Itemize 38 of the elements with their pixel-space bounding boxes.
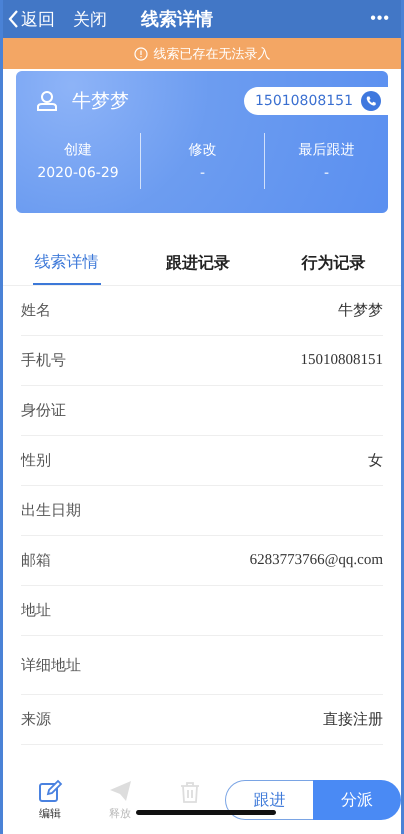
field-label: 姓名 bbox=[21, 301, 51, 320]
back-button[interactable]: 返回 bbox=[8, 8, 55, 30]
field-label: 性别 bbox=[21, 451, 51, 470]
field-value: 女 bbox=[368, 452, 383, 470]
person-icon bbox=[36, 90, 58, 112]
field-value: 牛梦梦 bbox=[338, 302, 383, 320]
field-value: 15010808151 bbox=[300, 352, 383, 369]
field-label: 来源 bbox=[21, 710, 51, 729]
phone-button[interactable]: 15010808151 bbox=[244, 87, 388, 115]
warning-icon bbox=[134, 46, 148, 60]
field-label: 身份证 bbox=[21, 401, 66, 420]
back-icon bbox=[8, 10, 19, 28]
field-label: 详细地址 bbox=[21, 656, 81, 674]
field-label: 手机号 bbox=[21, 351, 66, 370]
close-button[interactable]: 关闭 bbox=[73, 8, 107, 30]
stat-label: 修改 bbox=[188, 141, 216, 159]
field-label: 地址 bbox=[21, 601, 51, 620]
more-button[interactable]: ••• bbox=[370, 10, 390, 28]
stat-label: 创建 bbox=[64, 141, 92, 159]
stat-value: 2020-06-29 bbox=[37, 165, 119, 181]
field-label: 邮箱 bbox=[21, 551, 51, 570]
warning-text: 线索已存在无法录入 bbox=[154, 46, 270, 62]
stat-value: - bbox=[324, 165, 330, 181]
tab[interactable]: 线索详情 bbox=[32, 241, 101, 285]
field-label: 出生日期 bbox=[21, 501, 81, 520]
stat-label: 最后跟进 bbox=[298, 141, 354, 159]
assign-button[interactable]: 分派 bbox=[313, 780, 401, 820]
tab[interactable]: 行为记录 bbox=[295, 241, 372, 285]
tab[interactable]: 跟进记录 bbox=[160, 241, 236, 285]
edit-icon bbox=[38, 779, 62, 804]
field-value: 6283773766@qq.com bbox=[250, 552, 383, 569]
lead-name: 牛梦梦 bbox=[72, 89, 129, 114]
toolbar-button[interactable]: 编辑 bbox=[15, 779, 85, 821]
stat-value: - bbox=[200, 165, 206, 181]
field-value: 直接注册 bbox=[323, 710, 383, 729]
phone-icon bbox=[361, 91, 381, 111]
follow-up-button[interactable]: 跟进 bbox=[225, 780, 313, 820]
page-title: 线索详情 bbox=[141, 8, 213, 31]
